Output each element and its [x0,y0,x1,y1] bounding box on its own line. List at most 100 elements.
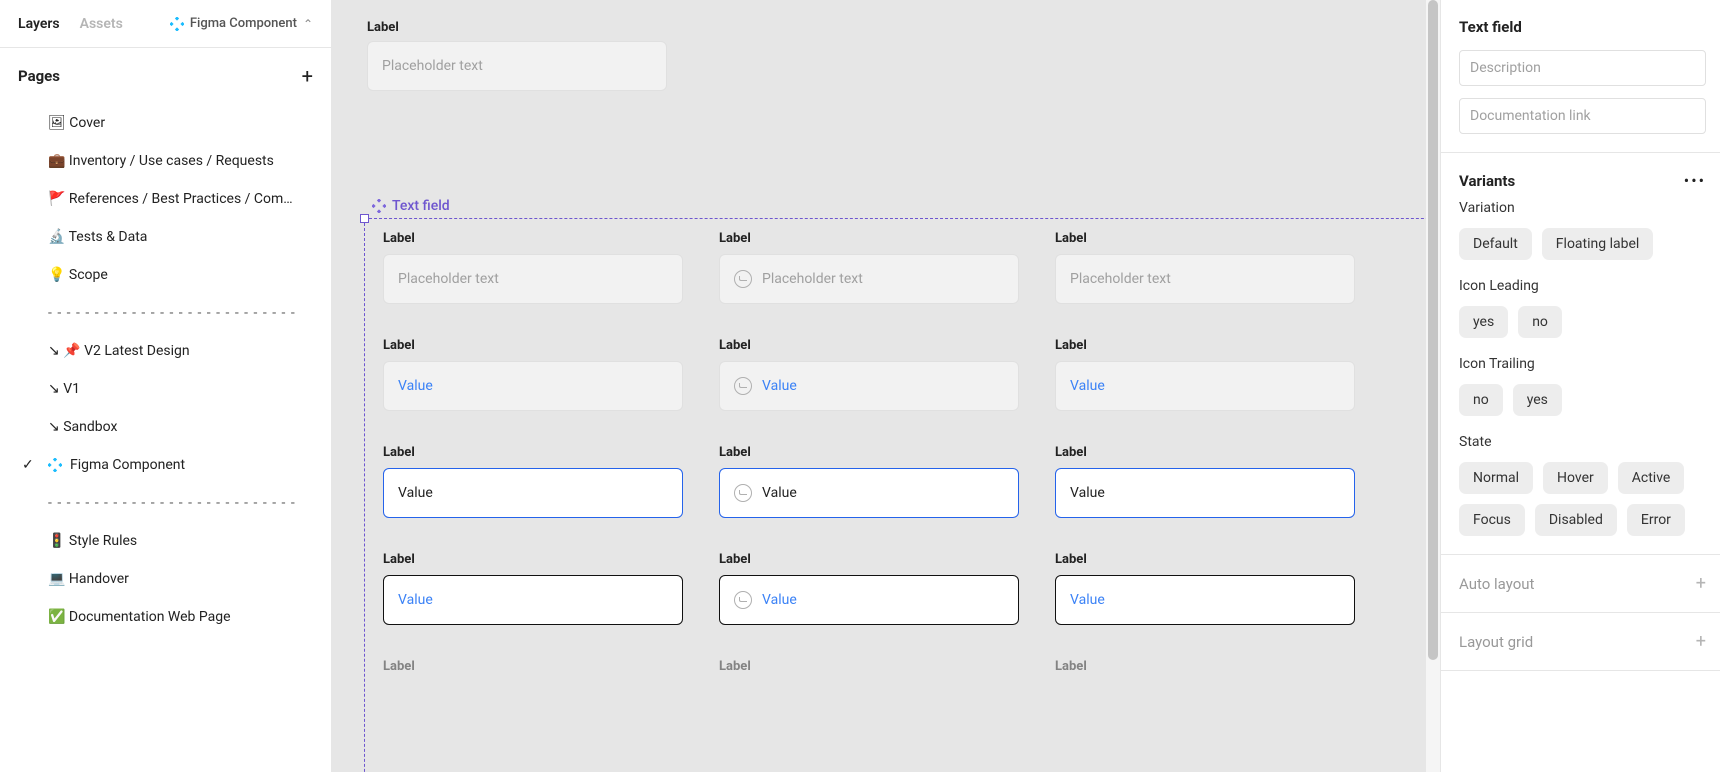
page-item-inventory[interactable]: 💼 Inventory / Use cases / Requests [0,142,331,180]
page-divider: - - - - - - - - - - - - - - - - - - - - … [0,484,331,522]
page-item-handover[interactable]: 💻 Handover [0,560,331,598]
component-set-frame[interactable]: Label Placeholder text Label Placeholder… [364,218,1440,772]
variant[interactable]: Label Value [1055,445,1355,518]
canvas[interactable]: Label Placeholder text Text field Label [332,0,1440,772]
field: Value [1055,575,1355,625]
component-icon [170,17,184,31]
chip-floating-label[interactable]: Floating label [1542,228,1654,260]
field: Placeholder text [1055,254,1355,304]
pages-title: Pages [18,67,60,85]
variant[interactable]: Label Value [719,552,1019,625]
page-item-v2[interactable]: ↘ 📌 V2 Latest Design [0,332,331,370]
chip-leading-yes[interactable]: yes [1459,306,1508,338]
prop-label-state: State [1459,434,1706,450]
variant[interactable]: Label Value [719,445,1019,518]
pages-list: 🖼 Cover 💼 Inventory / Use cases / Reques… [0,100,331,640]
field: Value [383,575,683,625]
right-panel: Text field Description Documentation lin… [1440,0,1720,772]
chip-state-error[interactable]: Error [1627,504,1685,536]
variants-section: Variants ••• Variation Default Floating … [1441,153,1720,555]
field: Value [383,468,683,518]
scrollbar-track[interactable] [1426,0,1440,772]
scrollbar-thumb[interactable] [1428,0,1438,660]
frame-label[interactable]: Text field [372,198,450,214]
field: Value [1055,468,1355,518]
add-auto-layout-button[interactable]: + [1696,573,1706,594]
variant[interactable]: Label Placeholder text [383,231,683,304]
add-page-button[interactable]: + [302,64,313,88]
chip-state-disabled[interactable]: Disabled [1535,504,1617,536]
variant[interactable]: Label [383,659,683,682]
page-item-tests[interactable]: 🔬 Tests & Data [0,218,331,256]
variant[interactable]: Label Value [383,552,683,625]
field: Value [719,361,1019,411]
page-item-sandbox[interactable]: ↘ Sandbox [0,408,331,446]
page-divider: - - - - - - - - - - - - - - - - - - - - … [0,294,331,332]
layout-grid-label: Layout grid [1459,633,1533,651]
variant[interactable]: Label [719,659,1019,682]
page-item-figma-component[interactable]: ✓ Figma Component [0,446,331,484]
page-item-style-rules[interactable]: 🚦 Style Rules [0,522,331,560]
chip-default[interactable]: Default [1459,228,1532,260]
component-icon [48,458,62,472]
page-item-scope[interactable]: 💡 Scope [0,256,331,294]
page-item-cover[interactable]: 🖼 Cover [0,104,331,142]
prop-label-variation: Variation [1459,200,1706,216]
add-layout-grid-button[interactable]: + [1696,631,1706,652]
variant[interactable]: Label Value [383,338,683,411]
chip-state-normal[interactable]: Normal [1459,462,1533,494]
field-label: Label [367,20,667,35]
doc-link-input[interactable]: Documentation link [1459,98,1706,134]
chip-trailing-no[interactable]: no [1459,384,1503,416]
variant[interactable]: Label Value [383,445,683,518]
variant[interactable]: Label Placeholder text [1055,231,1355,304]
tab-layers[interactable]: Layers [18,16,60,32]
component-breadcrumb-label: Figma Component [190,16,297,31]
description-input[interactable]: Description [1459,50,1706,86]
variant[interactable]: Label Value [719,338,1019,411]
field: Value [719,575,1019,625]
field: Value [383,361,683,411]
chip-trailing-yes[interactable]: yes [1513,384,1562,416]
left-tabs: Layers Assets Figma Component ⌃ [0,0,331,48]
page-item-v1[interactable]: ↘ V1 [0,370,331,408]
component-name: Text field [1459,18,1706,36]
left-panel: Layers Assets Figma Component ⌃ Pages + … [0,0,332,772]
prop-label-icon-trailing: Icon Trailing [1459,356,1706,372]
variant[interactable]: Label Value [1055,552,1355,625]
user-icon [734,591,752,609]
resize-handle-nw[interactable] [360,214,369,223]
variants-menu-button[interactable]: ••• [1684,171,1706,190]
auto-layout-row[interactable]: Auto layout + [1441,555,1720,613]
check-icon: ✓ [22,457,34,473]
pages-header: Pages + [0,52,331,100]
field-input: Placeholder text [367,41,667,91]
component-info-section: Text field Description Documentation lin… [1441,0,1720,153]
chevron-up-icon: ⌃ [303,17,313,31]
chip-leading-no[interactable]: no [1518,306,1562,338]
component-breadcrumb[interactable]: Figma Component ⌃ [170,16,313,31]
page-item-documentation[interactable]: ✅ Documentation Web Page [0,598,331,636]
component-set-icon [372,199,386,213]
layout-grid-row[interactable]: Layout grid + [1441,613,1720,671]
field: Placeholder text [719,254,1019,304]
page-item-references[interactable]: 🚩 References / Best Practices / Com… [0,180,331,218]
field: Value [719,468,1019,518]
auto-layout-label: Auto layout [1459,575,1534,593]
chip-state-hover[interactable]: Hover [1543,462,1608,494]
user-icon [734,270,752,288]
user-icon [734,484,752,502]
user-icon [734,377,752,395]
variant[interactable]: Label [1055,659,1355,682]
chip-state-active[interactable]: Active [1618,462,1685,494]
frame-label-text: Text field [392,198,450,214]
variant[interactable]: Label Placeholder text [719,231,1019,304]
variant[interactable]: Label Value [1055,338,1355,411]
variants-title: Variants [1459,172,1515,190]
lone-text-field[interactable]: Label Placeholder text [367,20,667,91]
tab-assets[interactable]: Assets [80,16,123,32]
field: Value [1055,361,1355,411]
chip-state-focus[interactable]: Focus [1459,504,1525,536]
prop-label-icon-leading: Icon Leading [1459,278,1706,294]
field: Placeholder text [383,254,683,304]
